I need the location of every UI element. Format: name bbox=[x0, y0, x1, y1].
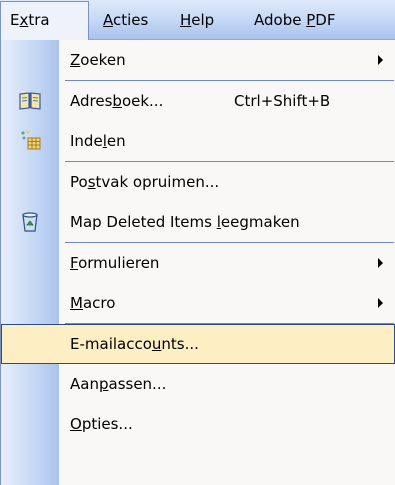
label-accel: F bbox=[70, 254, 79, 272]
menu-item-label: Indelen bbox=[70, 121, 126, 161]
menu-item-label: Zoeken bbox=[70, 40, 126, 80]
label-post: eegmaken bbox=[220, 213, 300, 231]
menu-extra[interactable]: Extra bbox=[0, 1, 89, 40]
label-post: oek... bbox=[121, 92, 164, 110]
label-accel: M bbox=[70, 294, 83, 312]
menu-acties-post: cties bbox=[113, 11, 149, 29]
menu-item-e-mailaccounts[interactable]: E-mailaccounts... bbox=[1, 324, 395, 364]
label-post: tvak opruimen... bbox=[95, 173, 220, 191]
label-accel: u bbox=[151, 335, 162, 353]
extra-dropdown-menu: Zoeken Adresboek... Ctrl+Shift+B Indelen… bbox=[0, 40, 395, 485]
menu-item-formulieren[interactable]: Formulieren bbox=[1, 243, 395, 283]
menu-item-zoeken[interactable]: Zoeken bbox=[1, 40, 395, 80]
label-post: pties... bbox=[81, 415, 133, 433]
menu-help-accel: H bbox=[180, 11, 192, 29]
submenu-arrow-icon bbox=[378, 298, 383, 308]
menu-adobe-pdf-accel: P bbox=[306, 11, 316, 29]
menu-item-label: E-mailaccounts... bbox=[70, 325, 199, 365]
label-accel: b bbox=[112, 92, 122, 110]
shortcut-label: Ctrl+Shift+B bbox=[234, 92, 331, 110]
menu-acties-accel: A bbox=[103, 11, 113, 29]
label-pre: E-mailacco bbox=[70, 335, 152, 353]
menu-adobe-pdf-post: DF bbox=[315, 11, 336, 29]
label-pre: Adres bbox=[70, 92, 113, 110]
menu-item-aanpassen[interactable]: Aanpassen... bbox=[1, 364, 395, 404]
menu-acties[interactable]: Acties bbox=[103, 6, 148, 34]
label-post: en bbox=[106, 132, 126, 150]
label-post: oeken bbox=[80, 51, 126, 69]
submenu-arrow-icon bbox=[378, 258, 383, 268]
label-pre: Po bbox=[70, 173, 88, 191]
menu-item-label: Opties... bbox=[70, 404, 133, 444]
submenu-arrow-icon bbox=[378, 55, 383, 65]
label-post: ormulieren bbox=[78, 254, 160, 272]
menu-item-indelen[interactable]: Indelen bbox=[1, 121, 395, 161]
label-accel: p bbox=[98, 375, 109, 393]
label-accel: Z bbox=[70, 51, 81, 69]
menu-item-label: Map Deleted Items leegmaken bbox=[70, 202, 300, 242]
menu-adobe-pdf-pre: Adobe bbox=[254, 11, 307, 29]
label-pre: Map Deleted Items bbox=[70, 213, 217, 231]
menu-item-opties[interactable]: Opties... bbox=[1, 404, 395, 444]
menu-item-label: Postvak opruimen... bbox=[70, 162, 219, 202]
label-pre: Inde bbox=[70, 132, 103, 150]
address-book-icon bbox=[19, 90, 41, 112]
label-post: assen... bbox=[108, 375, 167, 393]
menu-item-label: Formulieren bbox=[70, 243, 159, 283]
menu-help-post: elp bbox=[191, 11, 215, 29]
menu-item-label: Aanpassen... bbox=[70, 364, 166, 404]
label-accel: s bbox=[87, 173, 96, 191]
label-post: nts... bbox=[161, 335, 199, 353]
menu-extra-post: tra bbox=[28, 11, 50, 29]
menu-help[interactable]: Help bbox=[180, 6, 214, 34]
organize-icon bbox=[19, 129, 41, 151]
recycle-bin-icon bbox=[19, 211, 41, 233]
menu-item-label: Macro bbox=[70, 283, 115, 323]
menu-item-adresboek[interactable]: Adresboek... Ctrl+Shift+B bbox=[1, 81, 395, 121]
menu-item-postvak-opruimen[interactable]: Postvak opruimen... bbox=[1, 162, 395, 202]
menu-item-macro[interactable]: Macro bbox=[1, 283, 395, 323]
menu-adobe-pdf[interactable]: Adobe PDF bbox=[254, 6, 335, 34]
label-pre: Aan bbox=[70, 375, 99, 393]
menu-item-map-deleted-items-leegmaken[interactable]: Map Deleted Items leegmaken bbox=[1, 202, 395, 242]
label-accel: O bbox=[70, 415, 82, 433]
label-post: acro bbox=[82, 294, 116, 312]
menu-bar: Extra Acties Help Adobe PDF bbox=[0, 0, 395, 40]
menu-item-label: Adresboek... bbox=[70, 81, 163, 121]
